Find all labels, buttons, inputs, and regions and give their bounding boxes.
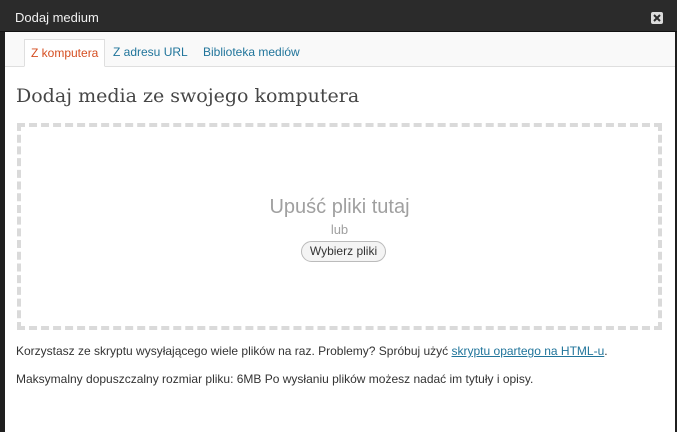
drop-zone[interactable]: Upuść pliki tutaj lub Wybierz pliki [17, 123, 662, 330]
close-button[interactable] [651, 12, 663, 24]
uploader-info-suffix: . [604, 344, 608, 358]
dialog-panel: Z komputera Z adresu URL Biblioteka medi… [5, 32, 675, 432]
dialog-titlebar: Dodaj medium [0, 0, 677, 32]
tab-bar: Z komputera Z adresu URL Biblioteka medi… [5, 32, 675, 67]
uploader-info: Korzystasz ze skryptu wysyłającego wiele… [16, 344, 608, 358]
select-files-button[interactable]: Wybierz pliki [301, 241, 386, 262]
close-icon [653, 14, 661, 22]
uploader-info-text: Korzystasz ze skryptu wysyłającego wiele… [16, 344, 452, 358]
tab-media-library[interactable]: Biblioteka mediów [197, 39, 306, 67]
drop-zone-title: Upuść pliki tutaj [269, 196, 410, 218]
tab-from-url[interactable]: Z adresu URL [107, 39, 194, 67]
dialog-title: Dodaj medium [15, 10, 99, 25]
page-title: Dodaj media ze swojego komputera [16, 85, 360, 107]
tab-from-computer[interactable]: Z komputera [24, 39, 106, 67]
max-size-info: Maksymalny dopuszczalny rozmiar pliku: 6… [16, 372, 534, 386]
html-uploader-link[interactable]: skryptu opartego na HTML-u [452, 344, 605, 358]
drop-zone-or: lub [330, 222, 349, 237]
